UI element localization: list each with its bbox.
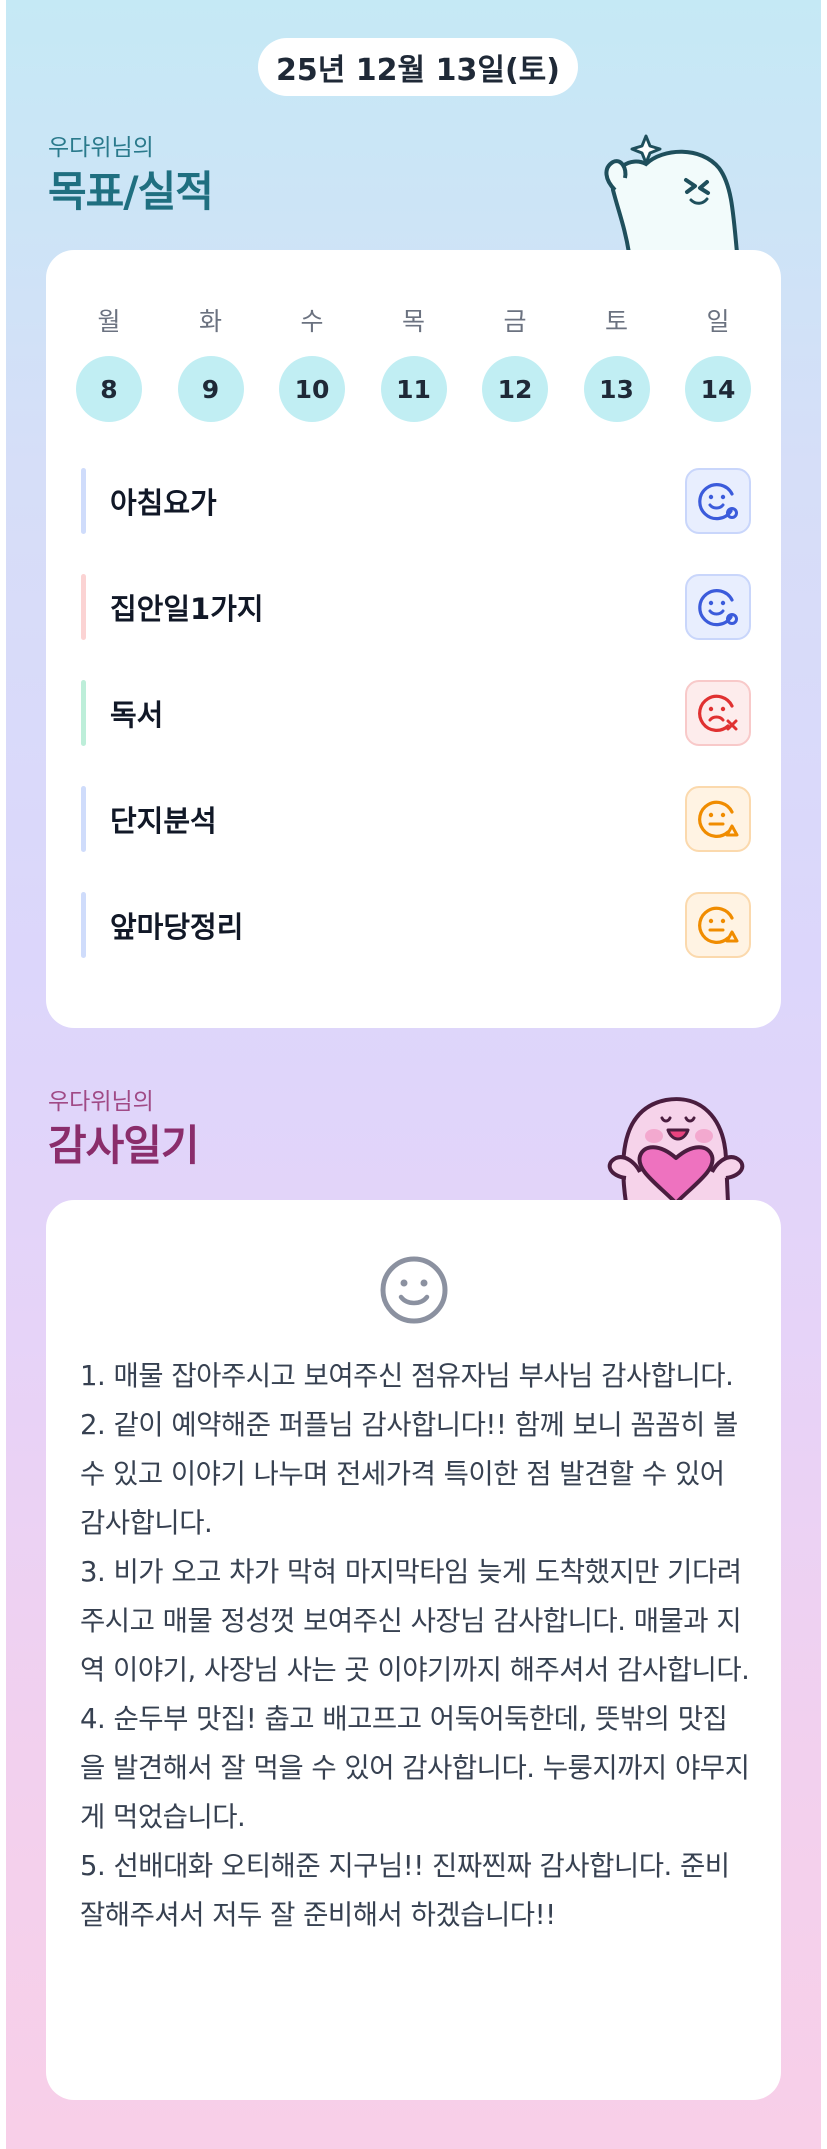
ghost-mascot-icon: [604, 134, 740, 253]
goal-row[interactable]: 집안일1가지: [81, 574, 751, 640]
weekday-fri: 금: [503, 307, 527, 336]
gratitude-subtitle: 우다위님의: [48, 1089, 154, 1115]
app-page: 25년 12월 13일(토) 우다위님의 목표/실적 월 화 수 목 금 토 일…: [6, 0, 821, 2149]
day-button[interactable]: 14: [685, 356, 751, 422]
goal-color-bar: [81, 892, 86, 958]
goal-status-button[interactable]: [685, 892, 751, 958]
date-pill[interactable]: 25년 12월 13일(토): [258, 38, 578, 96]
goal-label: 단지분석: [110, 804, 217, 838]
goal-color-bar: [81, 786, 86, 852]
goal-status-button[interactable]: [685, 468, 751, 534]
weekday-row: 월 화 수 목 금 토 일: [76, 302, 751, 338]
goal-color-bar: [81, 680, 86, 746]
done-smile-icon: [698, 483, 738, 521]
goal-status-button[interactable]: [685, 786, 751, 852]
partial-neutral-icon: [698, 906, 739, 944]
goal-label: 앞마당정리: [110, 910, 244, 944]
diary-entry: 1. 매물 잡아주시고 보여주신 점유자님 부사님 감사합니다.: [80, 1360, 734, 1392]
goal-color-bar: [81, 468, 86, 534]
day-button[interactable]: 8: [76, 356, 142, 422]
heart-mascot-icon: [607, 1097, 745, 1203]
gratitude-diary-text: 1. 매물 잡아주시고 보여주신 점유자님 부사님 감사합니다. 2. 같이 예…: [80, 1352, 752, 1940]
weekday-mon: 월: [97, 307, 121, 336]
done-smile-icon: [698, 589, 738, 627]
goal-status-button[interactable]: [685, 680, 751, 746]
goal-row[interactable]: 단지분석: [81, 786, 751, 852]
failed-sad-icon: [698, 694, 738, 732]
goal-label: 아침요가: [110, 486, 217, 520]
gratitude-card: 1. 매물 잡아주시고 보여주신 점유자님 부사님 감사합니다. 2. 같이 예…: [46, 1200, 781, 2100]
day-button[interactable]: 13: [583, 356, 650, 422]
smile-face-icon[interactable]: [379, 1255, 449, 1325]
day-button[interactable]: 11: [380, 356, 447, 422]
day-button[interactable]: 10: [279, 356, 345, 422]
goal-label: 집안일1가지: [110, 592, 264, 626]
goals-subtitle: 우다위님의: [48, 135, 154, 161]
goals-title: 목표/실적: [48, 167, 214, 216]
goals-card: 월 화 수 목 금 토 일 8 9 10 11 12 13 14 아침요가 집안…: [46, 250, 781, 1028]
goal-row[interactable]: 아침요가: [81, 468, 751, 534]
weekday-wed: 수: [300, 307, 324, 336]
weekday-sun: 일: [706, 307, 730, 336]
gratitude-title: 감사일기: [48, 1121, 200, 1170]
weekday-thu: 목: [401, 307, 425, 336]
goal-label: 독서: [110, 698, 164, 732]
diary-entry: 5. 선배대화 오티해준 지구님!! 진짜찐짜 감사합니다. 준비잘해주셔서 저…: [80, 1850, 730, 1931]
diary-entry: 2. 같이 예약해준 퍼플님 감사합니다!! 함께 보니 꼼꼼히 볼 수 있고 …: [80, 1409, 738, 1539]
day-row: 8 9 10 11 12 13 14: [76, 356, 751, 422]
goal-row[interactable]: 독서: [81, 680, 751, 746]
weekday-tue: 화: [198, 307, 222, 336]
day-button[interactable]: 9: [177, 356, 244, 422]
date-label: 25년 12월 13일(토): [276, 53, 560, 88]
partial-neutral-icon: [698, 800, 739, 838]
diary-entry: 4. 순두부 맛집! 춥고 배고프고 어둑어둑한데, 뜻밖의 맛집을 발견해서 …: [80, 1703, 750, 1833]
goal-row[interactable]: 앞마당정리: [81, 892, 751, 958]
day-button[interactable]: 12: [482, 356, 548, 422]
diary-entry: 3. 비가 오고 차가 막혀 마지막타임 늦게 도착했지만 기다려주시고 매물 …: [80, 1556, 750, 1686]
goal-status-button[interactable]: [685, 574, 751, 640]
goal-color-bar: [81, 574, 86, 640]
weekday-sat: 토: [604, 307, 628, 336]
